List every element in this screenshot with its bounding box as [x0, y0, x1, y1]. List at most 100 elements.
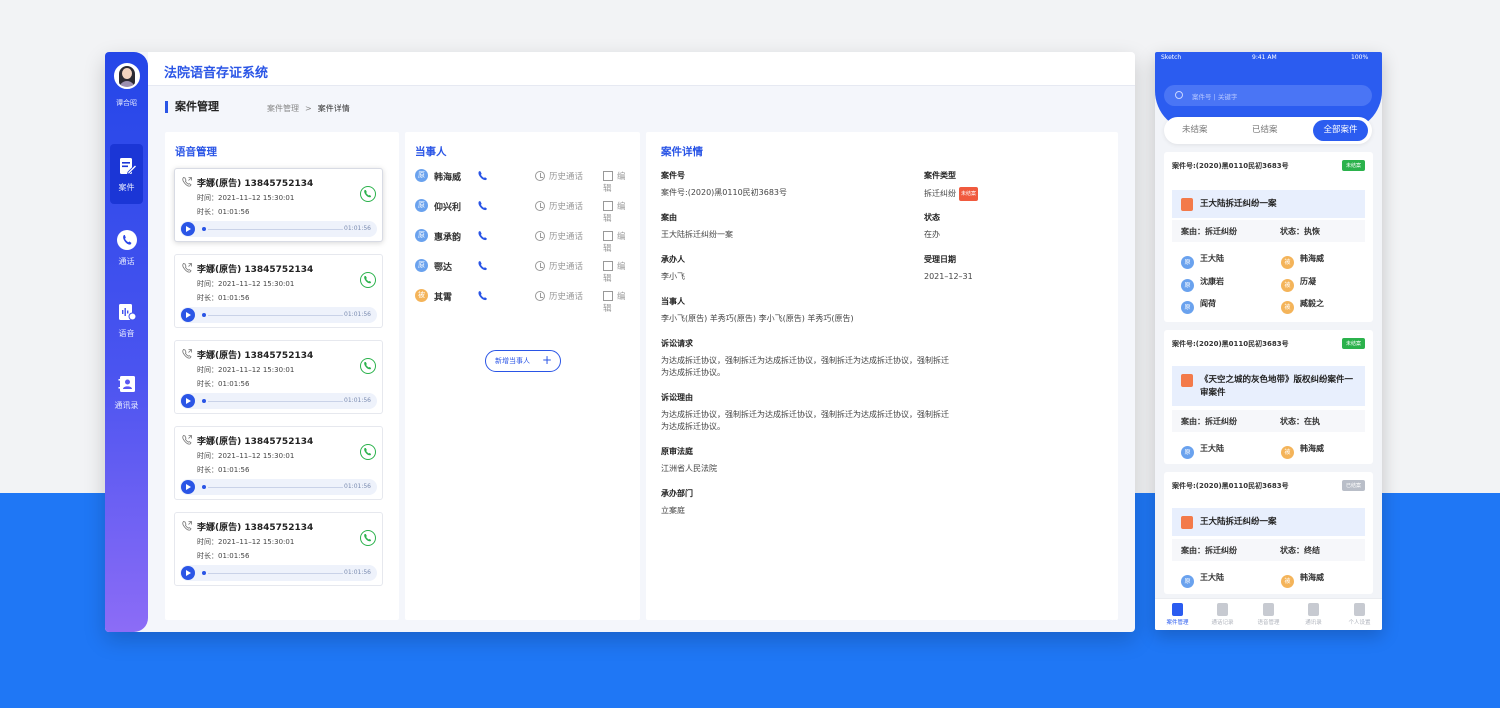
progress-handle[interactable]: [202, 571, 206, 575]
voice-record[interactable]: 李娜(原告) 13845752134 时间：2021–11–12 15:30:0…: [174, 340, 383, 414]
play-button[interactable]: [181, 480, 195, 494]
call-button[interactable]: [360, 530, 376, 546]
edit-button[interactable]: 编辑: [603, 170, 631, 194]
person-item: 原王大陆: [1181, 253, 1224, 269]
field-accept-date: 受理日期 2021–12–31: [924, 254, 973, 283]
case-info-row: 案由：拆迁纠纷 状态：执恢: [1172, 220, 1365, 242]
field-value: 2021–12–31: [924, 272, 973, 281]
nav-voice-management[interactable]: 语音管理: [1246, 603, 1291, 626]
phone-outgoing-icon: [182, 349, 192, 359]
status-badge: 未结案: [959, 187, 979, 201]
field-label: 承办人: [661, 255, 685, 264]
caller-name: 李娜(原告) 13845752134: [197, 265, 314, 275]
progress-track[interactable]: [208, 228, 343, 230]
progress-track[interactable]: [208, 486, 343, 488]
progress-handle[interactable]: [202, 485, 206, 489]
defendant-badge: 被: [1281, 256, 1294, 269]
field-value: 为达成拆迁协议，强制拆迁为达成拆迁协议，强制拆迁为达成拆迁协议，强制拆迁为达成拆…: [661, 410, 949, 431]
user-icon: [1354, 603, 1365, 616]
status-badge: 未结案: [1341, 160, 1365, 171]
field-label: 案件类型: [924, 171, 956, 180]
field-value: 拆迁纠纷 未结案: [924, 187, 979, 201]
play-button[interactable]: [181, 308, 195, 322]
add-party-button[interactable]: 新增当事人 +: [485, 350, 561, 372]
history-calls-button[interactable]: 历史通话: [535, 200, 583, 212]
phone-icon[interactable]: [477, 170, 488, 181]
player-duration: 01:01:56: [344, 397, 371, 404]
phone-icon[interactable]: [477, 230, 488, 241]
plaintiff-badge: 原: [1181, 301, 1194, 314]
edit-button[interactable]: 编辑: [603, 290, 631, 314]
case-name: 《天空之城的灰色地带》版权纠纷案件一审案件: [1200, 375, 1354, 398]
call-button[interactable]: [360, 444, 376, 460]
breadcrumb: 案件管理 > 案件详情: [267, 103, 350, 114]
party-name: 惠承韵: [434, 233, 462, 243]
voice-file-icon: [118, 304, 136, 321]
nav-call-records[interactable]: 通话记录: [1200, 603, 1245, 626]
caller-name: 李娜(原告) 13845752134: [197, 179, 314, 189]
tab-all[interactable]: 全部案件: [1313, 120, 1368, 141]
party-panel: 当事人 原 韩海威 历史通话 编辑 原 仰兴利 历史通话 编辑 原 惠承韵 历史…: [405, 132, 640, 620]
progress-handle[interactable]: [202, 227, 206, 231]
field-label: 受理日期: [924, 255, 956, 264]
history-label: 历史通话: [549, 232, 584, 242]
nav-settings[interactable]: 个人设置: [1337, 603, 1382, 626]
field-label: 原审法庭: [661, 447, 693, 456]
document-edit-icon: [119, 158, 137, 175]
tab-open[interactable]: 未结案: [1182, 123, 1208, 135]
history-calls-button[interactable]: 历史通话: [535, 290, 583, 302]
sidebar-item-label: 通话: [118, 257, 135, 266]
call-button[interactable]: [360, 272, 376, 288]
party-row: 被 其霄 历史通话 编辑: [415, 288, 631, 314]
progress-handle[interactable]: [202, 313, 206, 317]
edit-button[interactable]: 编辑: [603, 230, 631, 254]
search-input[interactable]: 案件号 | 关键字: [1164, 85, 1372, 106]
history-calls-button[interactable]: 历史通话: [535, 230, 583, 242]
sidebar-item-calls[interactable]: 通话: [110, 218, 143, 278]
sidebar-item-contacts[interactable]: 通讯录: [110, 362, 143, 422]
voice-record[interactable]: 李娜(原告) 13845752134 时间：2021–11–12 15:30:0…: [174, 168, 383, 242]
clock-icon: [535, 231, 545, 241]
sidebar-item-voice[interactable]: 语音: [110, 290, 143, 350]
voice-record[interactable]: 李娜(原告) 13845752134 时间：2021–11–12 15:30:0…: [174, 512, 383, 586]
status-carrier: Sketch: [1161, 54, 1182, 61]
case-detail-panel: 案件详情 案件号 案件号:(2020)黑0110民初3683号 案件类型 拆迁纠…: [646, 132, 1118, 620]
progress-track[interactable]: [208, 572, 343, 574]
case-name: 王大陆拆迁纠纷一案: [1200, 517, 1277, 527]
progress-handle[interactable]: [202, 399, 206, 403]
edit-button[interactable]: 编辑: [603, 260, 631, 284]
phone-icon[interactable]: [477, 260, 488, 271]
progress-track[interactable]: [208, 400, 343, 402]
phone-icon[interactable]: [477, 290, 488, 301]
voice-record[interactable]: 李娜(原告) 13845752134 时间：2021–11–12 15:30:0…: [174, 426, 383, 500]
play-button[interactable]: [181, 394, 195, 408]
panel-title: 语音管理: [175, 146, 217, 158]
avatar[interactable]: [114, 63, 140, 89]
contacts-icon: [118, 376, 135, 392]
case-card[interactable]: 案件号:(2020)黑0110民初3683号 已结案 王大陆拆迁纠纷一案 案由：…: [1164, 472, 1373, 594]
voice-record[interactable]: 李娜(原告) 13845752134 时间：2021–11–12 15:30:0…: [174, 254, 383, 328]
sidebar-item-cases[interactable]: 案件: [110, 144, 143, 204]
breadcrumb-item[interactable]: 案件管理: [267, 104, 299, 113]
call-button[interactable]: [360, 186, 376, 202]
plaintiff-badge: 原: [415, 169, 428, 182]
play-button[interactable]: [181, 222, 195, 236]
nav-contacts[interactable]: 通讯录: [1291, 603, 1336, 626]
case-card[interactable]: 案件号:(2020)黑0110民初3683号 未结案 《天空之城的灰色地带》版权…: [1164, 330, 1373, 464]
progress-track[interactable]: [208, 314, 343, 316]
play-button[interactable]: [181, 566, 195, 580]
history-calls-button[interactable]: 历史通话: [535, 170, 583, 182]
status-battery: 100%: [1351, 54, 1369, 61]
field-case-no: 案件号 案件号:(2020)黑0110民初3683号: [661, 170, 787, 199]
nav-case-management[interactable]: 案件管理: [1155, 603, 1200, 626]
case-card[interactable]: 案件号:(2020)黑0110民初3683号 未结案 王大陆拆迁纠纷一案 案由：…: [1164, 152, 1373, 322]
call-button[interactable]: [360, 358, 376, 374]
mobile-app: Sketch 9:41 AM 100% 案件号 | 关键字 未结案 已结案 全部…: [1155, 52, 1382, 630]
field-label: 案由: [661, 213, 677, 222]
person-item: 原阎荷: [1181, 298, 1216, 314]
phone-icon: [364, 189, 372, 198]
history-calls-button[interactable]: 历史通话: [535, 260, 583, 272]
tab-closed[interactable]: 已结案: [1252, 123, 1278, 135]
edit-button[interactable]: 编辑: [603, 200, 631, 224]
phone-icon[interactable]: [477, 200, 488, 211]
